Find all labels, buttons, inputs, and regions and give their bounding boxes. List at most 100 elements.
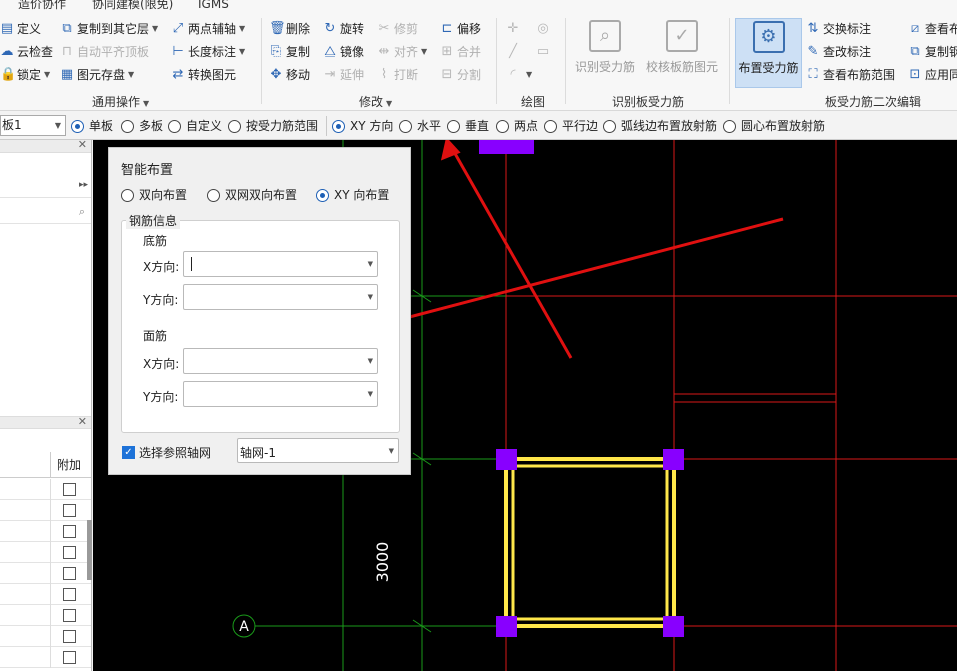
ribbon-separator — [565, 18, 566, 104]
left-panel: ✕ ▸▸ ⌕ ✕ 附加 — [0, 138, 92, 671]
apply-same-button[interactable]: ⊡ 应用同 — [908, 65, 957, 85]
save-element-button[interactable]: ▦ 图元存盘 ▼ — [60, 65, 134, 85]
swap-label-button[interactable]: ⇅ 交换标注 — [806, 19, 871, 39]
row-checkbox[interactable] — [63, 525, 76, 538]
split-button[interactable]: ⊟ 分割 — [440, 65, 481, 85]
delete-button[interactable]: 🗑 删除 — [269, 19, 310, 39]
recognize-rebar-button[interactable]: ⌕ 识别受力筋 — [572, 18, 638, 88]
search-icon[interactable]: ⌕ — [79, 205, 85, 219]
convert-element-button[interactable]: ⇄ 转换图元 — [171, 65, 236, 85]
table-row — [0, 584, 91, 605]
apply-icon: ⊡ — [909, 67, 921, 82]
close-icon[interactable]: ✕ — [78, 138, 87, 151]
align-icon: ⇹ — [378, 44, 390, 59]
length-dimension-button[interactable]: ⊢ 长度标注 ▼ — [171, 42, 245, 62]
offset-button[interactable]: ⊏ 偏移 — [440, 19, 481, 39]
option-center-radial[interactable]: 圆心布置放射筋 — [723, 118, 825, 134]
place-rebar-button[interactable]: ⚙ 布置受力筋 — [735, 18, 802, 88]
row-checkbox[interactable] — [63, 483, 76, 496]
rotate-button[interactable]: ↻ 旋转 — [323, 19, 364, 39]
copy-button[interactable]: ⎘ 复制 — [269, 42, 310, 62]
copy-rebar-icon: ⧉ — [910, 44, 920, 59]
row-checkbox[interactable] — [63, 651, 76, 664]
draw-circle-button[interactable]: ◎ — [536, 19, 553, 39]
column[interactable] — [496, 616, 517, 637]
ref-axis-checkbox[interactable]: ✓ 选择参照轴网 — [122, 444, 211, 461]
ref-axis-select[interactable]: 轴网-1 ▼ — [237, 438, 399, 463]
row-checkbox[interactable] — [63, 588, 76, 601]
copy-to-other-layer-button[interactable]: ⧉ 复制到其它层 ▼ — [60, 19, 158, 39]
row-checkbox[interactable] — [63, 609, 76, 622]
copy-rebar-button[interactable]: ⧉ 复制钢 — [908, 42, 957, 62]
bottom-x-combo[interactable]: ▼ — [183, 251, 378, 277]
ribbon-separator — [496, 18, 497, 104]
option-vertical[interactable]: 垂直 — [447, 118, 489, 134]
column[interactable] — [496, 449, 517, 470]
auto-align-top-button[interactable]: ⊓ 自动平齐顶板 — [60, 42, 149, 62]
group-modify[interactable]: 修改 ▼ — [359, 93, 392, 110]
column[interactable] — [663, 449, 684, 470]
option-multi-board[interactable]: 多板 — [121, 118, 163, 134]
break-button[interactable]: ⌇ 打断 — [377, 65, 418, 85]
option-custom[interactable]: 自定义 — [168, 118, 222, 134]
view-range-button[interactable]: ⛶ 查看布筋范围 — [806, 65, 895, 85]
option-xy-direction[interactable]: XY 方向 — [332, 118, 393, 134]
panel-search[interactable]: ⌕ — [0, 202, 91, 224]
option-two-points[interactable]: 两点 — [496, 118, 538, 134]
group-general-ops[interactable]: 通用操作 ▼ — [92, 93, 149, 110]
column[interactable] — [663, 616, 684, 637]
top-y-combo[interactable]: ▼ — [183, 381, 378, 407]
column[interactable] — [479, 140, 534, 154]
group-draw: 绘图 — [521, 95, 546, 109]
draw-arc-button[interactable]: ◜ ▼ — [506, 65, 532, 85]
move-button[interactable]: ✥ 移动 — [269, 65, 310, 85]
merge-button[interactable]: ⊞ 合并 — [440, 42, 481, 62]
mode-xy[interactable]: XY 向布置 — [316, 187, 389, 203]
mode-bidirectional[interactable]: 双向布置 — [121, 187, 187, 203]
close-icon[interactable]: ✕ — [78, 415, 87, 428]
menu-igms[interactable]: IGMS — [198, 0, 229, 10]
mirror-button[interactable]: ⧋ 镜像 — [323, 42, 364, 62]
range-icon: ⛶ — [808, 67, 818, 82]
cloud-check-button[interactable]: ☁ 云检查 — [0, 42, 54, 62]
lock-button[interactable]: 🔒 锁定 ▼ — [0, 65, 50, 85]
draw-rect-button[interactable]: ▭ — [536, 42, 553, 62]
option-parallel-edge[interactable]: 平行边 — [544, 118, 598, 134]
trim-button[interactable]: ✂ 修剪 — [377, 19, 418, 39]
row-checkbox[interactable] — [63, 504, 76, 517]
two-point-axis-icon: ⤢ — [172, 21, 184, 36]
row-checkbox[interactable] — [63, 567, 76, 580]
option-arc-radial[interactable]: 弧线边布置放射筋 — [603, 118, 717, 134]
option-bar: 板1 ▼ 单板 多板 自定义 按受力筋范围 XY 方向 水平 垂直 两点 平行边 … — [0, 112, 957, 140]
table-row — [0, 542, 91, 563]
table-row — [0, 647, 91, 668]
option-separator — [326, 116, 327, 136]
edit-label-button[interactable]: ✎ 查改标注 — [806, 42, 871, 62]
draw-point-button[interactable]: ✛ — [506, 19, 523, 39]
table-row — [0, 479, 91, 500]
align-button[interactable]: ⇹ 对齐 ▼ — [377, 42, 428, 62]
scrollbar[interactable] — [87, 520, 92, 580]
mode-double-net[interactable]: 双网双向布置 — [207, 187, 297, 203]
expand-icon[interactable]: ▸▸ — [79, 180, 88, 190]
align-top-icon: ⊓ — [61, 44, 73, 59]
menu-cost-collab[interactable]: 造价协作 — [18, 0, 66, 10]
option-horizontal[interactable]: 水平 — [399, 118, 441, 134]
row-checkbox[interactable] — [63, 630, 76, 643]
option-single-board[interactable]: 单板 — [71, 118, 113, 134]
bottom-y-combo[interactable]: ▼ — [183, 284, 378, 310]
menu-collab-modeling[interactable]: 协同建模(限免) — [92, 0, 173, 10]
top-x-combo[interactable]: ▼ — [183, 348, 378, 374]
draw-line-button[interactable]: ╱ — [506, 42, 523, 62]
extend-button[interactable]: ⇥ 延伸 — [323, 65, 364, 85]
split-icon: ⊟ — [441, 67, 453, 82]
row-checkbox[interactable] — [63, 546, 76, 559]
view-layout-button[interactable]: ⧄ 查看布 — [908, 19, 957, 39]
checkmark-icon: ✓ — [122, 446, 135, 459]
check-rebar-button[interactable]: ✓ 校核板筋图元 — [644, 18, 720, 88]
dimension-label: 3000 — [373, 542, 392, 583]
two-point-axis-button[interactable]: ⤢ 两点辅轴 ▼ — [171, 19, 245, 39]
define-button[interactable]: ▤ 定义 — [0, 19, 41, 39]
board-select[interactable]: 板1 ▼ — [0, 115, 66, 136]
option-by-rebar-range[interactable]: 按受力筋范围 — [228, 118, 318, 134]
